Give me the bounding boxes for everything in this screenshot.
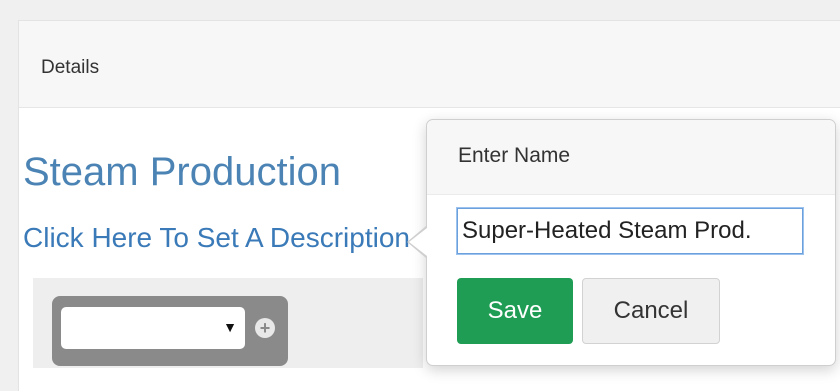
add-icon[interactable]: +: [255, 318, 275, 338]
selector-group: ▼ +: [52, 296, 288, 366]
save-button[interactable]: Save: [457, 278, 573, 344]
selector-dropdown[interactable]: ▼: [61, 307, 245, 349]
caret-down-icon: ▼: [223, 319, 237, 335]
enter-name-popover: Enter Name Save Cancel: [426, 119, 836, 366]
popover-header: Enter Name: [427, 120, 835, 195]
popover-arrow-fill: [409, 228, 427, 256]
page: Details Steam Production Click Here To S…: [0, 0, 840, 391]
cancel-button[interactable]: Cancel: [582, 278, 720, 344]
popover-title: Enter Name: [458, 144, 571, 167]
page-heading: Steam Production: [23, 150, 341, 194]
panel-header: Details: [19, 21, 840, 108]
panel-title: Details: [41, 57, 100, 78]
name-input[interactable]: [457, 208, 803, 254]
set-description-link[interactable]: Click Here To Set A Description: [23, 222, 413, 254]
